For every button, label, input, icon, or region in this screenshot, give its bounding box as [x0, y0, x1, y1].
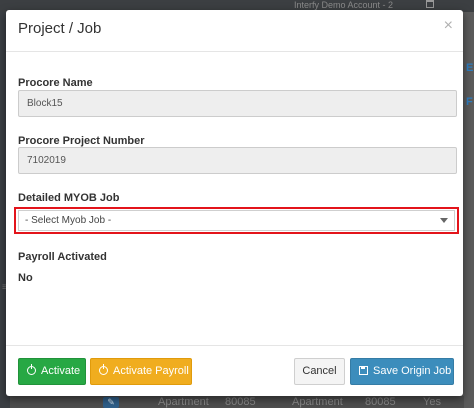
payroll-activated-label: Payroll Activated [18, 251, 107, 263]
modal-title: Project / Job [18, 20, 102, 37]
detailed-myob-job-label: Detailed MYOB Job [18, 192, 120, 204]
activate-button[interactable]: Activate [18, 358, 86, 385]
myob-job-select-value: - Select Myob Job - [25, 215, 112, 226]
cancel-button[interactable]: Cancel [294, 358, 345, 385]
activate-button-label: Activate [41, 365, 81, 377]
save-origin-job-button-label: Save Origin Job [373, 365, 452, 377]
table-cell: 80085 [365, 396, 396, 408]
modal-header: Project / Job × [6, 10, 463, 52]
trash-icon [426, 0, 434, 8]
power-icon [27, 364, 36, 375]
save-origin-job-button[interactable]: Save Origin Job [350, 358, 454, 385]
background-letter: E [466, 62, 474, 74]
project-job-modal: Project / Job × Procore Name Block15 Pro… [6, 10, 463, 396]
activate-payroll-button-label: Activate Payroll [113, 365, 189, 377]
power-icon [99, 364, 108, 375]
save-icon [359, 366, 368, 375]
table-cell: 80085 [225, 396, 256, 408]
background-letter: F [466, 96, 473, 108]
footer-divider [6, 345, 463, 346]
procore-project-number-label: Procore Project Number [18, 135, 145, 147]
edit-button: ✎ [103, 397, 119, 408]
procore-name-field: Block15 [18, 90, 457, 117]
activate-payroll-button[interactable]: Activate Payroll [90, 358, 192, 385]
background-table-row: Apartment 80085 Apartment 80085 Yes [10, 396, 464, 408]
caret-down-icon [440, 218, 448, 223]
payroll-activated-value: No [18, 272, 33, 284]
procore-name-label: Procore Name [18, 77, 93, 89]
table-cell: Yes [423, 396, 441, 408]
pencil-icon: ✎ [107, 397, 115, 407]
account-name: Interfy Demo Account - 2 [294, 0, 394, 10]
myob-job-select[interactable]: - Select Myob Job - [18, 210, 455, 231]
table-cell: Apartment [158, 396, 209, 408]
procore-project-number-field: 7102019 [18, 147, 457, 174]
close-icon[interactable]: × [444, 18, 453, 34]
table-cell: Apartment [292, 396, 343, 408]
